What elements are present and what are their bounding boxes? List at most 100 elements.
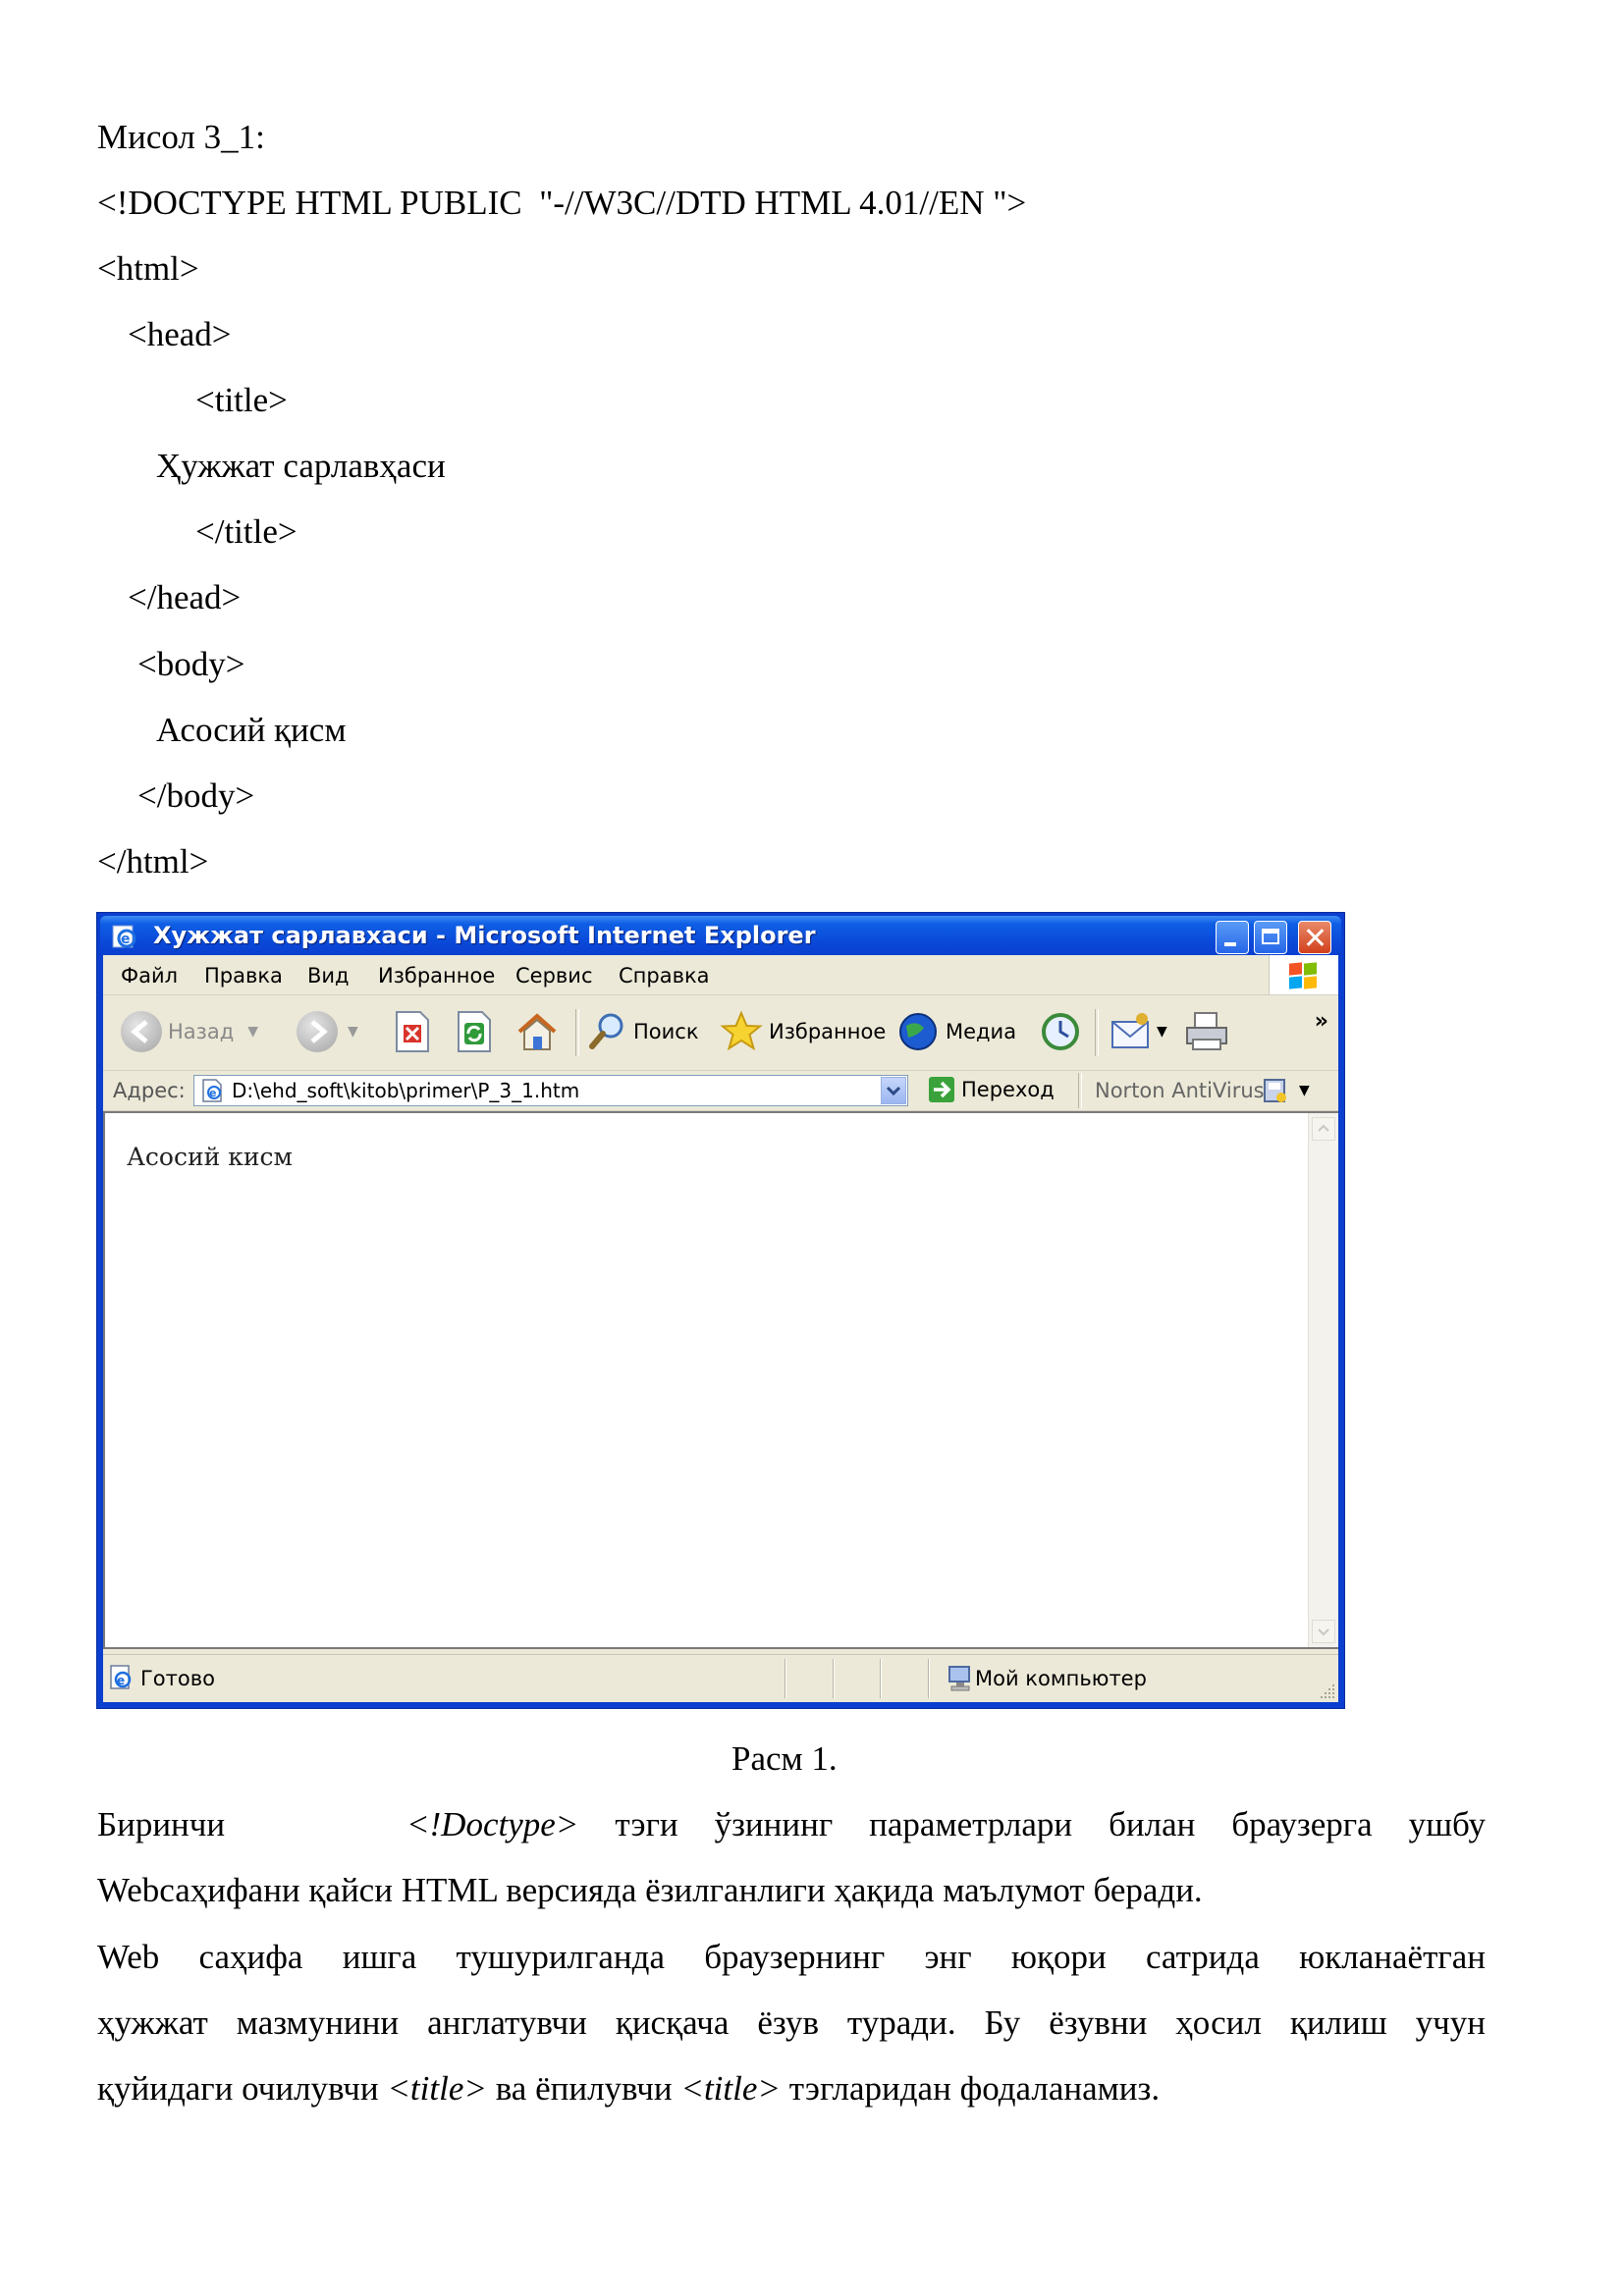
browser-window: e Хужжат сарлавхаси - Microsoft Internet… — [96, 912, 1345, 1709]
menu-bar: Файл Правка Вид Избранное Сервис Справка — [103, 955, 1338, 995]
address-dropdown-button[interactable] — [881, 1077, 906, 1104]
paragraph-line: Web саҳифа ишга тушурилганда браузернинг… — [97, 1938, 1486, 1976]
home-button[interactable] — [515, 1010, 559, 1053]
go-label: Переход — [961, 1078, 1055, 1101]
search-label: Поиск — [633, 1020, 699, 1043]
computer-icon — [948, 1666, 970, 1691]
menu-favorites[interactable]: Избранное — [378, 964, 495, 988]
vertical-scrollbar[interactable] — [1308, 1113, 1338, 1647]
menu-view[interactable]: Вид — [307, 964, 350, 988]
svg-text:e: e — [209, 1087, 216, 1099]
status-divider — [833, 1659, 835, 1698]
toolbar-separator — [575, 1009, 579, 1056]
mail-icon — [1111, 1013, 1149, 1048]
media-icon — [899, 1013, 937, 1050]
code-line-head-open: <head> — [128, 315, 232, 353]
address-separator — [1078, 1073, 1082, 1108]
code-line-html-open: <html> — [97, 249, 199, 288]
paragraph-doctype: Биринчи <!Doctype> тэги ўзининг параметр… — [97, 1791, 1486, 1923]
ie-icon: e — [112, 925, 136, 948]
paragraph-line: ҳужжат мазмунини англатувчи қисқача ёзув… — [97, 2003, 1486, 2042]
status-divider — [928, 1659, 930, 1698]
refresh-icon — [458, 1011, 491, 1052]
toolbar-more-chevron-icon[interactable]: » — [1315, 1009, 1328, 1034]
window-title: Хужжат сарлавхаси - Microsoft Internet E… — [153, 922, 816, 949]
norton-antivirus-label[interactable]: Norton AntiVirus — [1095, 1079, 1265, 1102]
printer-icon — [1186, 1012, 1227, 1050]
menu-help[interactable]: Справка — [619, 964, 710, 988]
search-icon — [589, 1013, 623, 1049]
code-line-body-close: </body> — [137, 776, 255, 815]
scroll-up-arrow-icon[interactable] — [1312, 1117, 1335, 1141]
mail-dropdown-icon[interactable]: ▼ — [1157, 1024, 1167, 1040]
page-icon: e — [202, 1079, 222, 1102]
favorites-button[interactable]: Избранное — [720, 1010, 886, 1053]
home-icon — [517, 1013, 557, 1050]
status-divider — [785, 1659, 786, 1698]
history-button[interactable] — [1039, 1010, 1082, 1053]
menu-file[interactable]: Файл — [121, 964, 178, 988]
norton-icon[interactable] — [1262, 1077, 1289, 1104]
code-line-head-close: </head> — [128, 578, 242, 616]
media-button[interactable]: Медиа — [896, 1010, 1016, 1053]
code-line-title-text: Ҳужжат сарлавҳаси — [156, 447, 446, 485]
norton-dropdown-icon[interactable]: ▼ — [1299, 1083, 1310, 1098]
toolbar-separator — [1095, 1009, 1099, 1056]
title-bar: e Хужжат сарлавхаси - Microsoft Internet… — [100, 916, 1341, 955]
back-arrow-icon — [121, 1011, 162, 1052]
security-zone-text: Мой компьютер — [975, 1667, 1147, 1690]
address-input[interactable]: e D:\ehd_soft\kitob\primer\P_3_1.htm — [193, 1075, 908, 1106]
toolbar: Назад ▼ ▼ Поиск Избранное Медиа ▼ » — [103, 995, 1338, 1071]
minimize-button[interactable] — [1216, 921, 1249, 954]
title-tag: <title> — [387, 2069, 487, 2108]
go-button[interactable]: Переход — [928, 1076, 1055, 1103]
svg-text:e: e — [121, 932, 131, 947]
address-label: Адрес: — [113, 1079, 186, 1102]
forward-dropdown-icon[interactable]: ▼ — [348, 1024, 358, 1040]
page-body-text: Асосий кисм — [127, 1143, 293, 1171]
code-line-doctype: <!DOCTYPE HTML PUBLIC "-//W3C//DTD HTML … — [97, 184, 1027, 222]
address-bar: Адрес: e D:\ehd_soft\kitob\primer\P_3_1.… — [103, 1071, 1338, 1111]
paragraph-line: Биринчи <!Doctype> тэги ўзининг параметр… — [97, 1805, 1487, 1843]
status-divider — [880, 1659, 882, 1698]
paragraph-title: Web саҳифа ишга тушурилганда браузернинг… — [97, 1924, 1486, 2121]
title-tag: <title> — [680, 2069, 781, 2108]
resize-grip-icon[interactable] — [1319, 1682, 1336, 1700]
forward-button[interactable]: ▼ — [297, 1010, 358, 1053]
code-line-title-close: </title> — [195, 512, 298, 551]
menu-edit[interactable]: Правка — [204, 964, 283, 988]
history-icon — [1042, 1013, 1079, 1050]
code-line-body-text: Асосий қисм — [156, 711, 347, 749]
back-button[interactable]: Назад ▼ — [121, 1010, 258, 1053]
mail-button[interactable]: ▼ — [1110, 1010, 1167, 1053]
page-content-area: Асосий кисм — [103, 1111, 1338, 1649]
stop-button[interactable] — [393, 1010, 432, 1053]
forward-arrow-icon — [297, 1011, 338, 1052]
back-label: Назад — [168, 1020, 235, 1043]
favorites-label: Избранное — [769, 1020, 887, 1043]
scroll-down-arrow-icon[interactable] — [1312, 1620, 1335, 1643]
stop-icon — [396, 1011, 429, 1052]
status-text: Готово — [140, 1667, 215, 1690]
svg-text:e: e — [117, 1674, 125, 1687]
close-button[interactable] — [1298, 921, 1331, 954]
menu-tools[interactable]: Сервис — [515, 964, 592, 988]
doctype-tag: <!Doctype> — [406, 1805, 579, 1843]
code-line-body-open: <body> — [137, 645, 245, 683]
back-dropdown-icon[interactable]: ▼ — [247, 1024, 258, 1040]
paragraph-line: қуйидаги очилувчи <title> ва ёпилувчи <t… — [97, 2069, 1161, 2108]
windows-logo-icon — [1269, 955, 1338, 994]
print-button[interactable] — [1183, 1010, 1230, 1053]
go-arrow-icon — [929, 1077, 954, 1102]
star-icon — [720, 1010, 763, 1051]
status-bar: e Готово Мой компьютер — [103, 1654, 1338, 1702]
figure-caption: Расм 1. — [731, 1739, 838, 1778]
example-heading: Мисол 3_1: — [97, 118, 265, 156]
code-line-html-close: </html> — [97, 842, 209, 881]
address-value: D:\ehd_soft\kitob\primer\P_3_1.htm — [232, 1079, 580, 1102]
media-label: Медиа — [946, 1020, 1017, 1043]
refresh-button[interactable] — [455, 1010, 494, 1053]
maximize-button[interactable] — [1254, 921, 1287, 954]
code-line-title-open: <title> — [195, 381, 288, 419]
search-button[interactable]: Поиск — [588, 1010, 699, 1053]
